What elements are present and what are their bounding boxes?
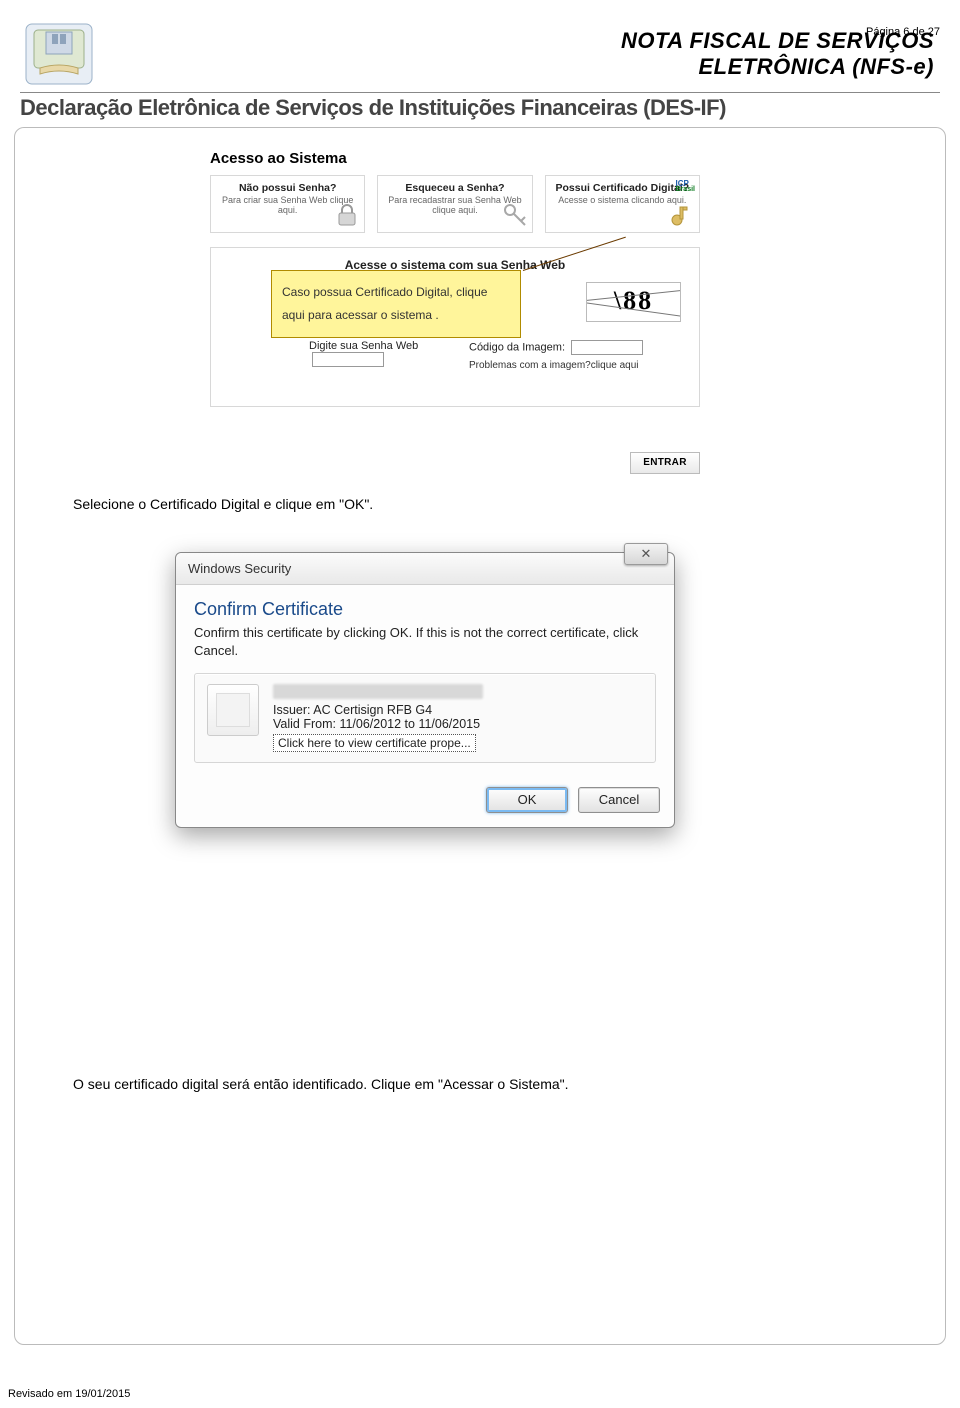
- card-title: Esqueceu a Senha?: [384, 182, 525, 194]
- codigo-input[interactable]: [571, 340, 643, 355]
- cancel-button[interactable]: Cancel: [578, 787, 660, 813]
- ok-button[interactable]: OK: [486, 787, 568, 813]
- close-button[interactable]: ✕: [624, 543, 668, 565]
- senha-label-text: Digite sua Senha Web: [309, 340, 418, 352]
- certificate-details: Issuer: AC Certisign RFB G4 Valid From: …: [273, 684, 643, 752]
- captcha-image: \88: [586, 282, 681, 322]
- municipal-crest-icon: [20, 18, 98, 90]
- card-title: Não possui Senha?: [217, 182, 358, 194]
- login-panel: Acesse o sistema com sua Senha Web Caso …: [210, 247, 700, 407]
- dialog-body: Confirm Certificate Confirm this certifi…: [176, 585, 674, 777]
- header-titles: NOTA FISCAL DE SERVIÇOS ELETRÔNICA (NFS-…: [98, 28, 940, 80]
- certificate-thumbnail-icon: [207, 684, 259, 736]
- view-properties-link[interactable]: Click here to view certificate prope...: [273, 734, 476, 752]
- certificate-name-redacted: [273, 684, 483, 699]
- codigo-label: Código da Imagem:: [469, 341, 565, 353]
- captcha-help-link[interactable]: Problemas com a imagem?clique aqui: [469, 360, 639, 371]
- keys-icon: [501, 201, 529, 229]
- title-line1: NOTA FISCAL DE SERVIÇOS: [98, 28, 934, 54]
- dialog-button-row: OK Cancel: [176, 777, 674, 827]
- key-icon: [668, 201, 696, 229]
- instruction-paragraph-1: Selecione o Certificado Digital e clique…: [73, 496, 373, 512]
- document-header: NOTA FISCAL DE SERVIÇOS ELETRÔNICA (NFS-…: [20, 18, 940, 90]
- certificate-validity: Valid From: 11/06/2012 to 11/06/2015: [273, 717, 643, 731]
- card-certificado-digital[interactable]: Possui Certificado Digital? Acesse o sis…: [545, 175, 700, 233]
- senha-input[interactable]: [312, 352, 384, 367]
- title-line2: ELETRÔNICA (NFS-e): [98, 54, 934, 80]
- page-number: Página 6 de 27: [866, 26, 940, 38]
- card-esqueceu-senha[interactable]: Esqueceu a Senha? Para recadastrar sua S…: [377, 175, 532, 233]
- content-frame: Acesso ao Sistema Não possui Senha? Para…: [14, 127, 946, 1345]
- dialog-message: Confirm this certificate by clicking OK.…: [194, 624, 656, 659]
- windows-security-dialog: Windows Security ✕ Confirm Certificate C…: [175, 552, 675, 828]
- callout-note: Caso possua Certificado Digital, clique …: [271, 270, 521, 338]
- codigo-imagem-row: Código da Imagem:: [469, 340, 643, 355]
- dialog-heading: Confirm Certificate: [194, 599, 656, 620]
- icp-brasil-badge: ICP Brasil: [676, 180, 695, 193]
- card-title: Possui Certificado Digital?: [552, 182, 693, 194]
- cards-row: Não possui Senha? Para criar sua Senha W…: [210, 175, 700, 233]
- entrar-button[interactable]: ENTRAR: [630, 452, 700, 474]
- card-nao-possui-senha[interactable]: Não possui Senha? Para criar sua Senha W…: [210, 175, 365, 233]
- certificate-item[interactable]: Issuer: AC Certisign RFB G4 Valid From: …: [194, 673, 656, 763]
- screenshot1-title: Acesso ao Sistema: [210, 150, 700, 167]
- instruction-paragraph-2: O seu certificado digital será então ide…: [73, 1076, 569, 1092]
- certificate-issuer: Issuer: AC Certisign RFB G4: [273, 703, 643, 717]
- header-divider: [20, 92, 940, 93]
- senha-label: Digite sua Senha Web: [309, 340, 418, 367]
- padlock-icon: [333, 201, 361, 229]
- dialog-titlebar: Windows Security ✕: [176, 553, 674, 585]
- icp-bottom: Brasil: [676, 187, 695, 193]
- document-subtitle: Declaração Eletrônica de Serviços de Ins…: [20, 95, 940, 121]
- screenshot-acesso-sistema: Acesso ao Sistema Não possui Senha? Para…: [210, 150, 700, 450]
- dialog-title: Windows Security: [188, 561, 291, 576]
